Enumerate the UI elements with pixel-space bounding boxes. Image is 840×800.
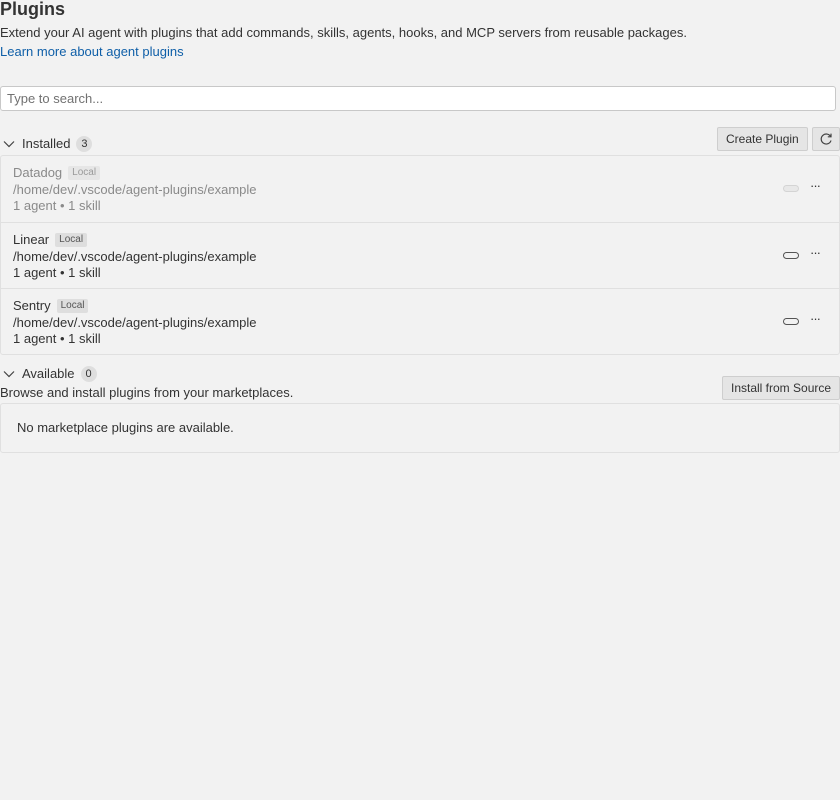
enable-toggle[interactable]	[783, 318, 799, 325]
installed-section-header[interactable]: Installed 3	[0, 135, 93, 153]
available-description: Browse and install plugins from your mar…	[0, 385, 294, 400]
available-label: Available	[22, 366, 75, 381]
refresh-button[interactable]	[812, 127, 840, 151]
plugin-path: /home/dev/.vscode/agent-plugins/example	[13, 315, 257, 330]
plugins-page: Plugins Extend your AI agent with plugin…	[0, 0, 840, 800]
available-section-header[interactable]: Available 0	[0, 365, 97, 383]
learn-more-link[interactable]: Learn more about agent plugins	[0, 44, 184, 60]
local-badge: Local	[56, 299, 89, 313]
enable-toggle[interactable]	[783, 185, 799, 192]
plugin-stats: 1 agent • 1 skill	[13, 331, 101, 346]
page-title: Plugins	[0, 0, 66, 19]
chevron-down-icon[interactable]	[1, 366, 17, 382]
empty-message: No marketplace plugins are available.	[17, 420, 234, 435]
installed-plugin-list: Datadog Local /home/dev/.vscode/agent-pl…	[0, 155, 840, 355]
available-count-badge: 0	[80, 366, 97, 382]
plugin-name: Sentry	[13, 298, 51, 313]
page-description: Extend your AI agent with plugins that a…	[0, 25, 687, 40]
plugin-row-sentry[interactable]: Sentry Local /home/dev/.vscode/agent-plu…	[1, 288, 839, 354]
more-actions-icon[interactable]: ···	[807, 312, 823, 329]
refresh-icon	[820, 133, 832, 145]
plugin-stats: 1 agent • 1 skill	[13, 265, 101, 280]
plugin-name: Datadog	[13, 165, 63, 180]
local-badge: Local	[55, 233, 88, 247]
plugin-row-linear[interactable]: Linear Local /home/dev/.vscode/agent-plu…	[1, 222, 839, 288]
more-actions-icon[interactable]: ···	[807, 246, 823, 263]
local-badge: Local	[68, 166, 101, 180]
installed-count-badge: 3	[76, 136, 93, 152]
plugin-path: /home/dev/.vscode/agent-plugins/example	[13, 182, 257, 197]
marketplace-empty-state: No marketplace plugins are available.	[0, 403, 840, 453]
enable-toggle[interactable]	[783, 252, 799, 259]
search-input[interactable]	[0, 86, 836, 111]
plugin-stats: 1 agent • 1 skill	[13, 198, 101, 213]
create-plugin-button[interactable]: Create Plugin	[717, 127, 808, 151]
install-from-source-button[interactable]: Install from Source	[722, 376, 840, 400]
installed-label: Installed	[22, 136, 71, 151]
plugin-name: Linear	[13, 232, 50, 247]
chevron-down-icon[interactable]	[1, 136, 17, 152]
more-actions-icon[interactable]: ···	[807, 179, 823, 196]
plugin-path: /home/dev/.vscode/agent-plugins/example	[13, 249, 257, 264]
plugin-row-datadog[interactable]: Datadog Local /home/dev/.vscode/agent-pl…	[1, 156, 839, 222]
